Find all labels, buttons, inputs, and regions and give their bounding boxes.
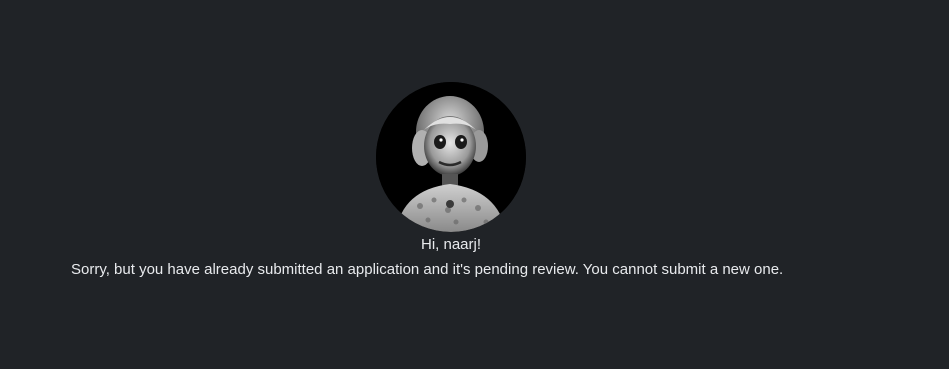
doll-portrait-icon <box>376 82 526 232</box>
pending-application-message: Sorry, but you have already submitted an… <box>71 261 784 278</box>
user-avatar <box>376 82 526 232</box>
greeting-text: Hi, naarj! <box>420 236 482 253</box>
application-status-panel: Hi, naarj! Sorry, but you have already s… <box>0 0 949 369</box>
